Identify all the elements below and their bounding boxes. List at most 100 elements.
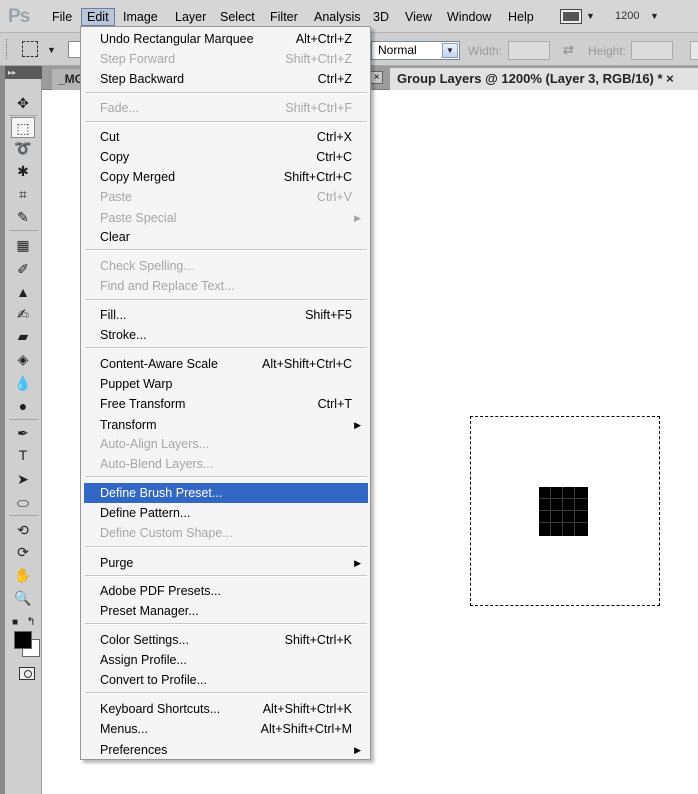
menu-item-color-settings[interactable]: Color Settings... Shift+Ctrl+K	[84, 630, 368, 650]
brush-tool-icon[interactable]: ✐	[11, 259, 35, 280]
toolbox-divider	[9, 230, 38, 231]
blur-tool-icon[interactable]: 💧	[11, 373, 35, 394]
eyedropper-tool-icon[interactable]: ✎	[11, 207, 35, 228]
quick-mask-icon[interactable]	[19, 667, 35, 680]
toolbox: ✥ ⬚ ➰ ✱ ⌗ ✎ ▦ ✐ ▲ ✍ ▰ ◈ 💧 ● ✒ T ➤ ⬭ ⟲ ⟳ …	[5, 79, 42, 794]
menu-item-copy-merged[interactable]: Copy Merged Shift+Ctrl+C	[84, 167, 368, 187]
path-selection-tool-icon[interactable]: ➤	[11, 469, 35, 490]
close-icon[interactable]: ×	[370, 71, 383, 84]
crop-tool-icon[interactable]: ⌗	[11, 184, 35, 205]
swap-colors-icon[interactable]: ↰	[25, 612, 37, 633]
menu-separator	[85, 299, 367, 301]
menu-item-clear[interactable]: Clear	[84, 227, 368, 247]
menu-filter[interactable]: Filter	[265, 8, 303, 26]
menu-item-step-forward: Step Forward Shift+Ctrl+Z	[100, 52, 352, 66]
marquee-preset-icon[interactable]	[22, 41, 38, 57]
chevron-down-icon: ▼	[442, 43, 458, 58]
menu-separator	[85, 249, 367, 251]
menu-item-content-aware-scale[interactable]: Content-Aware Scale Alt+Shift+Ctrl+C	[84, 354, 368, 374]
3d-orbit-tool-icon[interactable]: ⟳	[11, 542, 35, 563]
menu-separator	[85, 692, 367, 694]
menu-item-purge[interactable]: Purge ▶	[84, 553, 368, 573]
menu-item-fill[interactable]: Fill... Shift+F5	[84, 305, 368, 325]
menu-item-free-transform[interactable]: Free Transform Ctrl+T	[84, 394, 368, 414]
menu-layer[interactable]: Layer	[170, 8, 211, 26]
photoshop-logo: Ps	[8, 6, 30, 27]
tool-preset-dropdown-icon[interactable]: ▼	[47, 45, 56, 55]
menu-item-puppet-warp[interactable]: Puppet Warp	[84, 374, 368, 394]
menu-view[interactable]: View	[400, 8, 437, 26]
screen-mode-dropdown-icon[interactable]: ▼	[586, 11, 595, 21]
width-field[interactable]	[508, 41, 550, 60]
menu-item-menus[interactable]: Menus... Alt+Shift+Ctrl+M	[84, 719, 368, 739]
submenu-arrow-icon: ▶	[354, 558, 361, 568]
ellipse-shape-tool-icon[interactable]: ⬭	[11, 493, 35, 514]
swap-dimensions-icon[interactable]: ⇄	[563, 42, 574, 58]
quick-selection-tool-icon[interactable]: ✱	[11, 161, 35, 182]
menu-item-undo[interactable]: Undo Rectangular Marquee Alt+Ctrl+Z	[84, 29, 368, 49]
submenu-arrow-icon: ▶	[354, 420, 361, 430]
width-label: Width:	[468, 44, 503, 58]
spot-healing-tool-icon[interactable]: ▦	[11, 235, 35, 256]
zoom-level-field[interactable]: 1200	[615, 10, 639, 22]
refine-edge-button[interactable]	[690, 41, 698, 60]
menu-separator	[85, 476, 367, 478]
menu-separator	[85, 347, 367, 349]
menu-analysis[interactable]: Analysis	[309, 8, 366, 26]
lasso-tool-icon[interactable]: ➰	[11, 138, 35, 159]
menu-image[interactable]: Image	[118, 8, 163, 26]
eraser-tool-icon[interactable]: ▰	[11, 326, 35, 347]
menu-item-step-backward[interactable]: Step Backward Ctrl+Z	[84, 69, 368, 89]
menu-edit[interactable]: Edit	[81, 8, 115, 26]
pen-tool-icon[interactable]: ✒	[11, 423, 35, 444]
default-colors-icon[interactable]: ■	[9, 612, 21, 633]
type-tool-icon[interactable]: T	[11, 445, 35, 466]
screen-mode-icon[interactable]	[560, 9, 582, 24]
menu-item-find-replace: Find and Replace Text...	[100, 279, 235, 293]
options-grip[interactable]	[6, 39, 10, 60]
menu-item-define-custom-shape: Define Custom Shape...	[100, 526, 233, 540]
toolbox-divider	[9, 115, 38, 116]
menu-item-paste-special: Paste Special ▶	[84, 208, 368, 228]
black-pixel-block	[539, 487, 588, 536]
menu-item-copy[interactable]: Copy Ctrl+C	[84, 147, 368, 167]
menu-help[interactable]: Help	[503, 8, 539, 26]
style-select[interactable]: Normal ▼	[371, 41, 460, 60]
toolbox-header[interactable]: ▸▸	[5, 66, 42, 79]
hand-tool-icon[interactable]: ✋	[11, 565, 35, 586]
foreground-color-swatch[interactable]	[14, 631, 32, 649]
toolbox-divider	[9, 419, 38, 420]
menu-item-paste: Paste Ctrl+V	[100, 190, 352, 204]
menu-item-preferences[interactable]: Preferences ▶	[84, 740, 368, 760]
menu-separator	[85, 121, 367, 123]
document-tab-2[interactable]: Group Layers @ 1200% (Layer 3, RGB/16) *…	[390, 68, 698, 90]
toolbox-divider	[9, 515, 38, 516]
menu-item-define-brush-preset[interactable]: Define Brush Preset...	[84, 483, 368, 503]
menu-file[interactable]: File	[47, 8, 77, 26]
menu-item-stroke[interactable]: Stroke...	[84, 325, 368, 345]
menu-item-check-spelling: Check Spelling...	[100, 259, 194, 273]
height-field[interactable]	[631, 41, 673, 60]
move-tool-icon[interactable]: ✥	[11, 93, 35, 114]
menu-item-adobe-pdf-presets[interactable]: Adobe PDF Presets...	[84, 581, 368, 601]
height-label: Height:	[588, 44, 627, 58]
menu-item-convert-to-profile[interactable]: Convert to Profile...	[84, 670, 368, 690]
menu-item-cut[interactable]: Cut Ctrl+X	[84, 127, 368, 147]
menu-item-define-pattern[interactable]: Define Pattern...	[84, 503, 368, 523]
3d-rotate-tool-icon[interactable]: ⟲	[11, 520, 35, 541]
menu-item-preset-manager[interactable]: Preset Manager...	[84, 601, 368, 621]
clone-stamp-tool-icon[interactable]: ▲	[11, 282, 35, 303]
menu-3d[interactable]: 3D	[368, 8, 394, 26]
zoom-tool-icon[interactable]: 🔍	[11, 588, 35, 609]
dodge-tool-icon[interactable]: ●	[11, 396, 35, 417]
menu-item-assign-profile[interactable]: Assign Profile...	[84, 650, 368, 670]
paint-bucket-tool-icon[interactable]: ◈	[11, 349, 35, 370]
menu-select[interactable]: Select	[215, 8, 260, 26]
menu-item-keyboard-shortcuts[interactable]: Keyboard Shortcuts... Alt+Shift+Ctrl+K	[84, 699, 368, 719]
menu-window[interactable]: Window	[442, 8, 496, 26]
rectangular-marquee-tool-icon[interactable]: ⬚	[11, 117, 35, 138]
zoom-dropdown-icon[interactable]: ▼	[650, 11, 659, 21]
history-brush-tool-icon[interactable]: ✍	[11, 304, 35, 325]
menu-item-transform[interactable]: Transform ▶	[84, 415, 368, 435]
style-select-value: Normal	[378, 43, 417, 57]
